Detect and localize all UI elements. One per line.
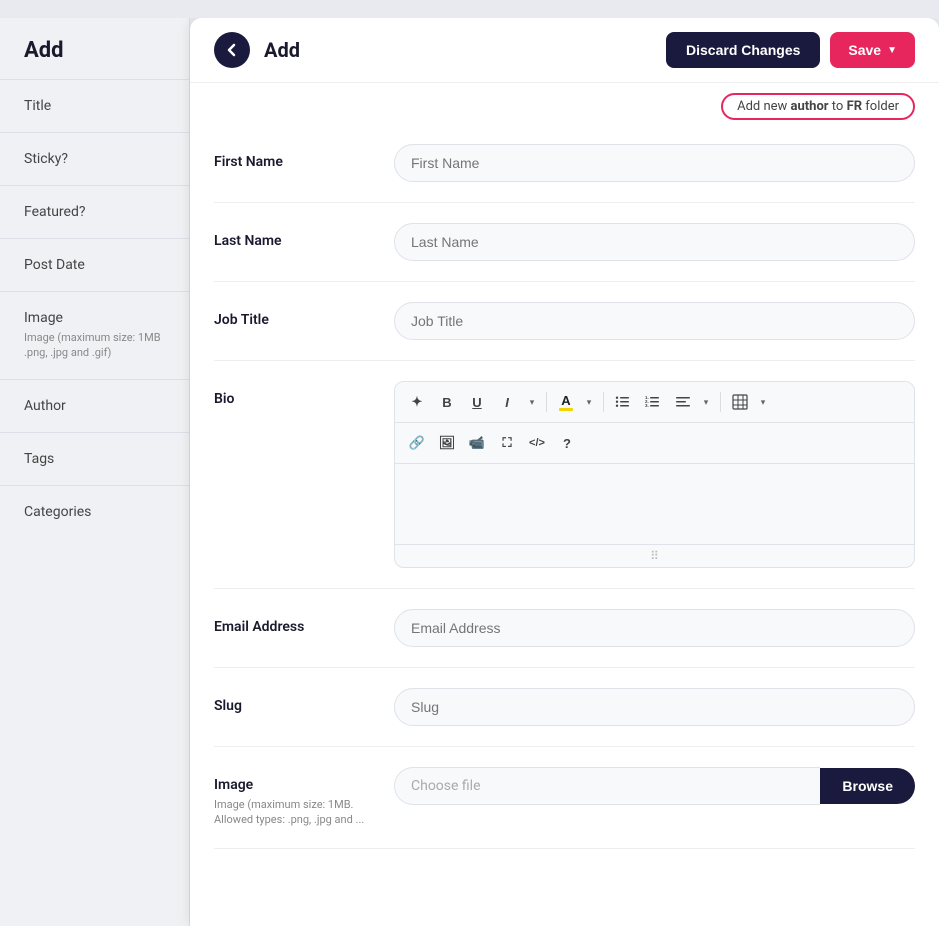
hint-text: Add new author to FR folder <box>721 93 915 120</box>
bio-label: Bio <box>214 381 374 407</box>
image-upload-label: Image Image (maximum size: 1MB. Allowed … <box>214 767 374 828</box>
save-button[interactable]: Save ▼ <box>830 32 915 68</box>
image-btn[interactable]: 🖼 <box>433 429 461 457</box>
align-btn[interactable] <box>669 388 697 416</box>
svg-text:3.: 3. <box>645 403 649 408</box>
editor-toolbar: ✦ B U I ▾ A ▾ <box>395 382 914 423</box>
sidebar-item-categories[interactable]: Categories <box>0 485 189 538</box>
last-name-row: Last Name <box>214 203 915 282</box>
toolbar-sep-1 <box>546 392 547 412</box>
last-name-field <box>394 223 915 261</box>
slug-label: Slug <box>214 688 374 714</box>
table-group: ▾ <box>726 388 772 416</box>
underline-btn[interactable]: U <box>463 388 491 416</box>
panel-header: Add Discard Changes Save ▼ <box>190 18 939 83</box>
font-color-btn[interactable]: A <box>552 388 580 416</box>
job-title-label: Job Title <box>214 302 374 328</box>
email-row: Email Address <box>214 589 915 668</box>
first-name-field <box>394 144 915 182</box>
email-input[interactable] <box>394 609 915 647</box>
main-layout: Add Title Sticky? Featured? Post Date Im… <box>0 18 939 926</box>
sidebar: Add Title Sticky? Featured? Post Date Im… <box>0 18 190 926</box>
save-dropdown-arrow: ▼ <box>887 45 897 56</box>
align-group: ▾ <box>669 388 715 416</box>
font-color-dropdown-btn[interactable]: ▾ <box>580 388 598 416</box>
form-content: First Name Last Name Job Title <box>190 124 939 926</box>
sidebar-item-sticky[interactable]: Sticky? <box>0 132 189 185</box>
bio-editor-body[interactable] <box>395 464 914 544</box>
sidebar-item-image[interactable]: Image Image (maximum size: 1MB .png, .jp… <box>0 291 189 379</box>
file-upload-control: Choose file Browse <box>394 767 915 805</box>
job-title-row: Job Title <box>214 282 915 361</box>
code-btn[interactable]: </> <box>523 429 551 457</box>
back-button[interactable] <box>214 32 250 68</box>
video-btn[interactable]: 📹 <box>463 429 491 457</box>
image-upload-row: Image Image (maximum size: 1MB. Allowed … <box>214 747 915 849</box>
image-upload-field: Choose file Browse <box>394 767 915 805</box>
format-dropdown-btn[interactable]: ▾ <box>523 388 541 416</box>
editor-toolbar-row2: 🔗 🖼 📹 ⛶ </> ? <box>395 423 914 464</box>
main-panel: Add Discard Changes Save ▼ Add new autho… <box>190 18 939 926</box>
hint-bar: Add new author to FR folder <box>190 83 939 124</box>
sidebar-item-featured[interactable]: Featured? <box>0 185 189 238</box>
last-name-label: Last Name <box>214 223 374 249</box>
sidebar-item-title[interactable]: Title <box>0 79 189 132</box>
slug-field <box>394 688 915 726</box>
sidebar-item-author[interactable]: Author <box>0 379 189 432</box>
slug-row: Slug <box>214 668 915 747</box>
email-label: Email Address <box>214 609 374 635</box>
expand-btn[interactable]: ⛶ <box>493 429 521 457</box>
rich-editor: ✦ B U I ▾ A ▾ <box>394 381 915 568</box>
link-btn[interactable]: 🔗 <box>403 429 431 457</box>
discard-changes-button[interactable]: Discard Changes <box>666 32 820 68</box>
file-input-display: Choose file <box>394 767 820 805</box>
bio-row: Bio ✦ B U I ▾ A <box>214 361 915 589</box>
table-dropdown-btn[interactable]: ▾ <box>754 388 772 416</box>
italic-btn[interactable]: I <box>493 388 521 416</box>
table-btn[interactable] <box>726 388 754 416</box>
sidebar-item-tags[interactable]: Tags <box>0 432 189 485</box>
toolbar-sep-3 <box>720 392 721 412</box>
panel-title: Add <box>264 38 666 62</box>
list-ordered-btn[interactable]: 1.2.3. <box>639 388 667 416</box>
magic-btn[interactable]: ✦ <box>403 388 431 416</box>
sidebar-item-post-date[interactable]: Post Date <box>0 238 189 291</box>
bold-btn[interactable]: B <box>433 388 461 416</box>
first-name-input[interactable] <box>394 144 915 182</box>
first-name-label: First Name <box>214 144 374 170</box>
browse-button[interactable]: Browse <box>820 768 915 804</box>
list-unordered-btn[interactable] <box>609 388 637 416</box>
font-color-group: A ▾ <box>552 388 598 416</box>
job-title-field <box>394 302 915 340</box>
slug-input[interactable] <box>394 688 915 726</box>
editor-resize-handle[interactable]: ⠿ <box>395 544 914 567</box>
toolbar-sep-2 <box>603 392 604 412</box>
last-name-input[interactable] <box>394 223 915 261</box>
bio-field: ✦ B U I ▾ A ▾ <box>394 381 915 568</box>
job-title-input[interactable] <box>394 302 915 340</box>
first-name-row: First Name <box>214 124 915 203</box>
email-field <box>394 609 915 647</box>
help-btn[interactable]: ? <box>553 429 581 457</box>
top-bar <box>0 0 939 18</box>
align-dropdown-btn[interactable]: ▾ <box>697 388 715 416</box>
sidebar-title: Add <box>0 18 189 79</box>
